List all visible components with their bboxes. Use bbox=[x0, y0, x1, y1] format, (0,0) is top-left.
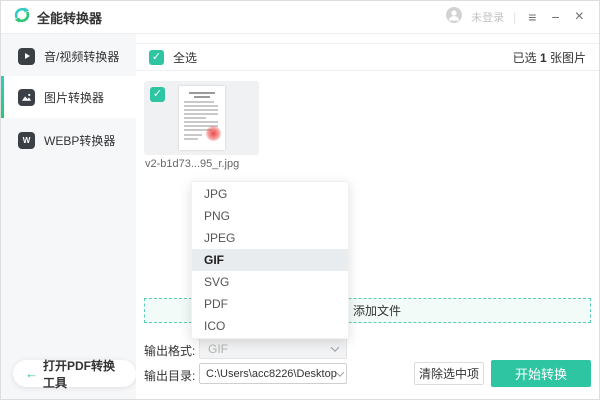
output-dir-select[interactable]: C:\Users\acc8226\Desktop bbox=[199, 363, 347, 384]
check-icon: ✓ bbox=[152, 88, 163, 100]
titlebar: 全能转换器 未登录 | ≡ − × bbox=[1, 1, 599, 34]
selected-count: 已选 1 张图片 bbox=[512, 50, 586, 65]
audio-video-icon bbox=[18, 47, 35, 65]
minimize-icon[interactable]: − bbox=[548, 8, 562, 26]
sidebar-item-audio-video[interactable]: 音/视频转换器 bbox=[1, 36, 136, 76]
dropdown-option-gif[interactable]: GIF bbox=[192, 249, 348, 271]
output-dir-value: C:\Users\acc8226\Desktop bbox=[206, 367, 337, 380]
chevron-down-icon bbox=[330, 342, 340, 352]
titlebar-divider: | bbox=[513, 10, 517, 24]
sidebar: 音/视频转换器 图片转换器 W WEBP转换器 ← 打开PDF转换工具 bbox=[1, 34, 136, 399]
dropdown-option-jpeg[interactable]: JPEG bbox=[192, 227, 348, 249]
titlebar-controls: 未登录 | ≡ − × bbox=[446, 6, 587, 28]
output-dir-label: 输出目录: bbox=[144, 369, 196, 383]
login-status[interactable]: 未登录 bbox=[471, 9, 504, 25]
dropdown-option-pdf[interactable]: PDF bbox=[192, 293, 348, 315]
open-pdf-tool-label: 打开PDF转换工具 bbox=[43, 358, 116, 390]
file-name: v2-b1d73...95_r.jpg bbox=[145, 158, 240, 170]
webp-icon: W bbox=[18, 131, 35, 149]
close-icon[interactable]: × bbox=[572, 7, 587, 27]
sidebar-item-label: 音/视频转换器 bbox=[44, 49, 120, 64]
select-all-label: 全选 bbox=[173, 50, 198, 65]
sidebar-item-label: WEBP转换器 bbox=[44, 133, 116, 148]
add-file-label: 添加文件 bbox=[352, 304, 401, 318]
file-thumbnail[interactable]: ✓ bbox=[144, 81, 259, 155]
app-logo-icon bbox=[13, 6, 31, 29]
sidebar-item-label: 图片转换器 bbox=[44, 90, 105, 105]
output-format-label: 输出格式: bbox=[144, 344, 196, 358]
file-checkbox[interactable]: ✓ bbox=[150, 87, 165, 102]
select-all-checkbox[interactable]: ✓ bbox=[149, 49, 164, 65]
chevron-down-icon bbox=[335, 367, 345, 377]
check-icon: ✓ bbox=[151, 50, 162, 63]
document-preview bbox=[178, 86, 225, 150]
avatar bbox=[446, 6, 463, 28]
output-format-value: GIF bbox=[208, 341, 228, 356]
open-pdf-tool-button[interactable]: ← 打开PDF转换工具 bbox=[13, 359, 136, 390]
sidebar-item-image[interactable]: 图片转换器 bbox=[1, 76, 136, 118]
sidebar-item-webp[interactable]: W WEBP转换器 bbox=[1, 120, 136, 160]
app-window: 全能转换器 未登录 | ≡ − × 音/视频转换器 图片转换器 W WEBP转换… bbox=[0, 0, 600, 400]
dropdown-option-png[interactable]: PNG bbox=[192, 205, 348, 227]
red-seal-stamp bbox=[205, 126, 221, 141]
clear-selected-button[interactable]: 清除选中项 bbox=[414, 362, 484, 385]
dropdown-option-svg[interactable]: SVG bbox=[192, 271, 348, 293]
back-arrow-icon: ← bbox=[25, 366, 38, 381]
menu-icon[interactable]: ≡ bbox=[525, 8, 539, 26]
start-convert-button[interactable]: 开始转换 bbox=[491, 360, 591, 387]
format-dropdown: JPG PNG JPEG GIF SVG PDF ICO bbox=[191, 181, 349, 339]
app-title: 全能转换器 bbox=[37, 10, 103, 26]
output-format-select[interactable]: GIF bbox=[199, 338, 347, 359]
dropdown-option-jpg[interactable]: JPG bbox=[192, 183, 348, 205]
selection-toolbar: ✓ 全选 已选 1 张图片 bbox=[136, 43, 599, 71]
main-panel: ✓ 全选 已选 1 张图片 ✓ v2-b1d73...95_r.jpg 添加文件… bbox=[136, 34, 599, 399]
dropdown-option-ico[interactable]: ICO bbox=[192, 315, 348, 337]
image-icon bbox=[18, 88, 35, 106]
